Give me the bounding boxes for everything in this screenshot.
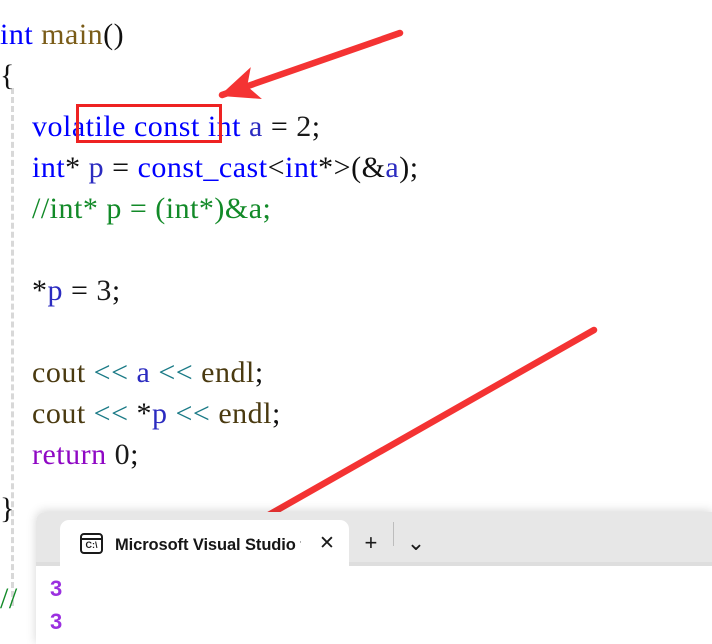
terminal-tab-title: Microsoft Visual Studio 调试控: [115, 536, 301, 554]
code-token: cout: [32, 356, 86, 389]
code-token: *>(&: [318, 151, 386, 184]
code-line: *p = 3;: [0, 270, 121, 311]
code-token: <<: [175, 397, 211, 430]
code-token: a: [385, 151, 400, 184]
code-token: endl: [201, 356, 255, 389]
code-token: const: [133, 110, 200, 143]
code-token: *: [32, 274, 48, 307]
code-token: cout: [32, 397, 86, 430]
code-token: p: [47, 274, 63, 307]
code-token: ;: [311, 110, 321, 143]
code-token: (): [103, 18, 125, 51]
code-token: );: [399, 151, 419, 184]
code-token: int: [32, 151, 66, 184]
code-token: <<: [93, 356, 129, 389]
code-token: //int* p = (int*)&a;: [32, 192, 272, 225]
code-token: const_cast: [137, 151, 268, 184]
new-tab-button[interactable]: +: [349, 520, 393, 566]
terminal-output-lines: 33: [50, 572, 712, 638]
code-token: =: [104, 151, 138, 184]
code-token: int: [207, 110, 241, 143]
code-token: {: [0, 59, 15, 92]
code-token: int: [0, 18, 34, 51]
code-token: 0: [114, 438, 131, 471]
code-token: 3: [96, 274, 112, 307]
code-token: <<: [158, 356, 194, 389]
code-token: =: [63, 274, 97, 307]
code-token: 2: [296, 110, 312, 143]
code-token: a: [136, 356, 151, 389]
code-token: ;: [272, 397, 281, 430]
code-token: ;: [130, 438, 139, 471]
code-token: *: [65, 151, 89, 184]
console-cmd-icon: C:\: [80, 532, 103, 554]
code-token: volatile: [32, 110, 126, 143]
code-line: int main(): [0, 14, 124, 55]
code-token: *: [128, 397, 152, 430]
code-token: =: [262, 110, 297, 143]
code-line: //int* p = (int*)&a;: [0, 188, 271, 229]
code-token: a: [248, 110, 263, 143]
code-token: }: [0, 492, 15, 525]
code-token: ;: [254, 356, 264, 389]
code-line: int* p = const_cast<int*>(&a);: [0, 147, 419, 188]
code-token: //: [0, 582, 18, 615]
code-line: return 0;: [0, 434, 139, 475]
code-line: volatile const int a = 2;: [0, 106, 321, 147]
code-token: int: [284, 151, 319, 184]
code-line: //: [0, 578, 18, 619]
code-token: main: [41, 18, 104, 51]
code-token: p: [88, 151, 105, 184]
code-token: p: [152, 397, 168, 430]
code-line: cout << *p << endl;: [0, 393, 281, 434]
terminal-tab-bar[interactable]: C:\ Microsoft Visual Studio 调试控 ✕ + ⌄: [36, 512, 712, 566]
terminal-output-line: 3: [50, 609, 63, 634]
terminal-output-line: 3: [50, 576, 63, 601]
code-line: cout << a << endl;: [0, 352, 264, 393]
code-line: {: [0, 55, 15, 96]
code-line: }: [0, 488, 15, 529]
code-token: return: [32, 438, 107, 471]
code-token: <<: [93, 397, 129, 430]
code-token: ;: [111, 274, 121, 307]
code-token: <: [267, 151, 285, 184]
terminal-tab-active[interactable]: C:\ Microsoft Visual Studio 调试控 ✕: [60, 520, 349, 566]
code-token: endl: [218, 397, 272, 430]
terminal-window[interactable]: C:\ Microsoft Visual Studio 调试控 ✕ + ⌄ 33: [36, 512, 712, 644]
terminal-output-area[interactable]: 33: [36, 566, 712, 644]
chevron-down-icon[interactable]: ⌄: [394, 520, 438, 566]
close-icon[interactable]: ✕: [319, 534, 335, 553]
